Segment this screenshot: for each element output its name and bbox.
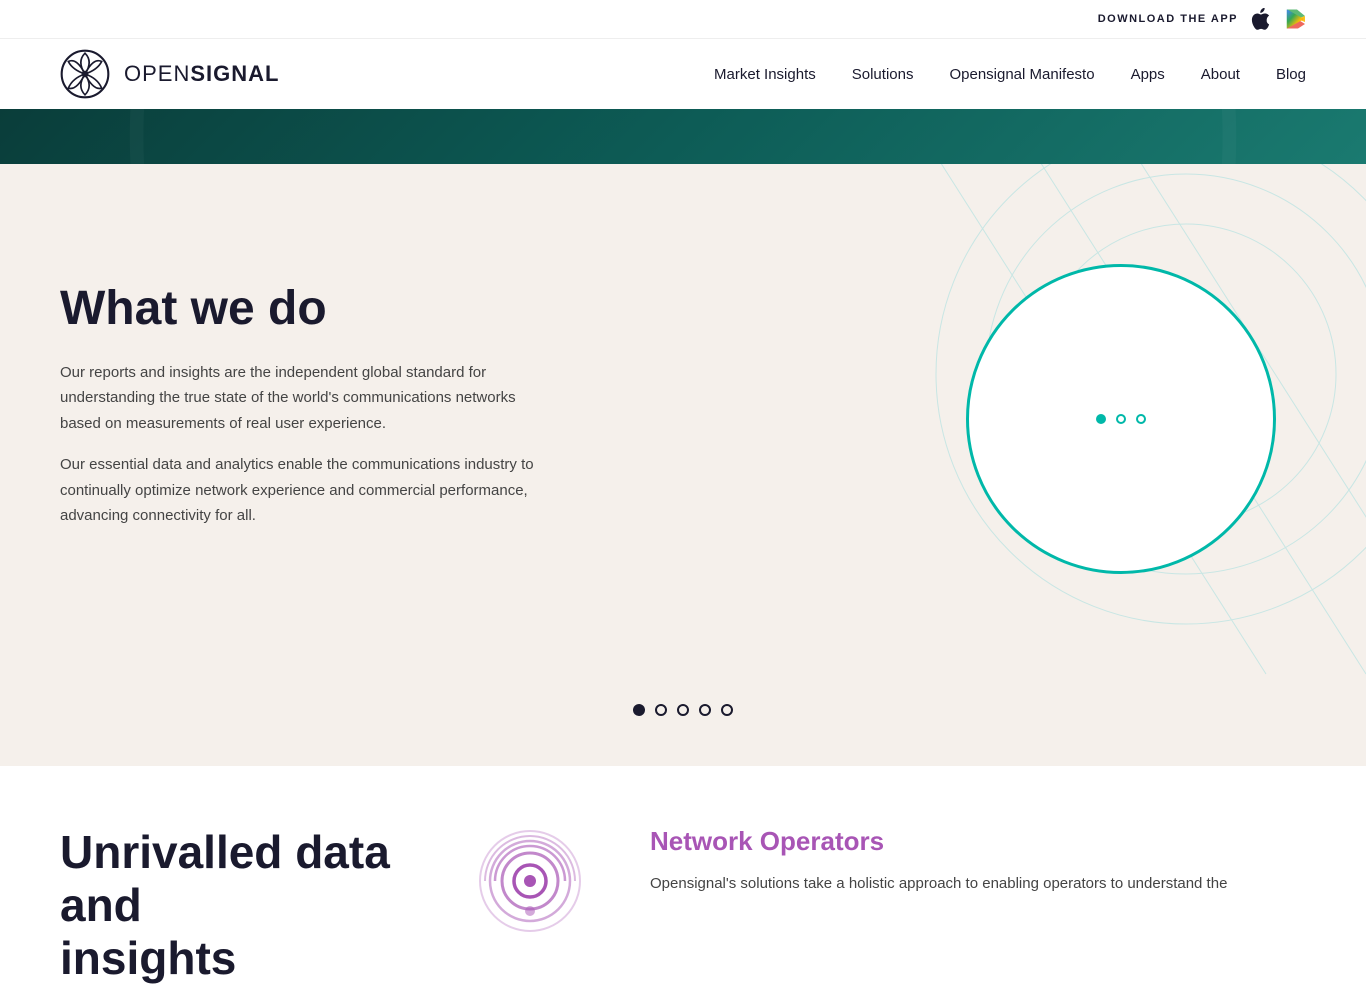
carousel-dot-2[interactable] <box>655 704 667 716</box>
carousel-dot-3[interactable] <box>677 704 689 716</box>
unrivalled-data-section: Unrivalled data and insights <box>60 826 410 985</box>
network-operators-description: Opensignal's solutions take a holistic a… <box>650 871 1306 897</box>
carousel-dot-4[interactable] <box>699 704 711 716</box>
nav-market-insights[interactable]: Market Insights <box>714 66 816 83</box>
what-we-do-content: What we do Our reports and insights are … <box>60 283 540 545</box>
circle-main <box>966 264 1276 574</box>
what-we-do-title: What we do <box>60 283 540 336</box>
bottom-section: Unrivalled data and insights Network Ope… <box>0 766 1366 985</box>
main-nav: Market Insights Solutions Opensignal Man… <box>714 66 1306 83</box>
carousel-dot-5[interactable] <box>721 704 733 716</box>
logo-text-light: OPEN <box>124 61 190 86</box>
signal-icon-container <box>470 826 590 936</box>
carousel-dots <box>0 704 1366 736</box>
dot-2 <box>1116 414 1126 424</box>
logo-text-bold: SIGNAL <box>190 61 279 86</box>
nav-blog[interactable]: Blog <box>1276 66 1306 83</box>
google-play-icon[interactable] <box>1286 8 1306 30</box>
carousel-dot-1[interactable] <box>633 704 645 716</box>
nav-solutions[interactable]: Solutions <box>852 66 914 83</box>
nav-about[interactable]: About <box>1201 66 1240 83</box>
signal-icon <box>475 826 585 936</box>
logo-text: OPENSIGNAL <box>124 61 279 87</box>
nav-manifesto[interactable]: Opensignal Manifesto <box>949 66 1094 83</box>
bottom-title: Unrivalled data and insights <box>60 826 410 985</box>
hero-banner <box>0 109 1366 164</box>
circle-dots <box>1096 414 1146 424</box>
network-operators-title: Network Operators <box>650 826 1306 857</box>
apple-store-icon[interactable] <box>1250 8 1270 30</box>
network-operators-section: Network Operators Opensignal's solutions… <box>650 826 1306 897</box>
dot-3 <box>1136 414 1146 424</box>
what-we-do-paragraph1: Our reports and insights are the indepen… <box>60 360 540 437</box>
bottom-title-line1: Unrivalled data and <box>60 826 390 931</box>
logo-icon <box>60 49 110 99</box>
download-label: DOWNLOAD THE APP <box>1098 13 1238 25</box>
dot-1 <box>1096 414 1106 424</box>
nav-apps[interactable]: Apps <box>1131 66 1165 83</box>
circle-graphic <box>886 224 1306 604</box>
logo[interactable]: OPENSIGNAL <box>60 49 279 99</box>
bottom-title-line2: insights <box>60 932 236 984</box>
what-we-do-paragraph2: Our essential data and analytics enable … <box>60 452 540 529</box>
what-we-do-section: What we do Our reports and insights are … <box>0 164 1366 684</box>
